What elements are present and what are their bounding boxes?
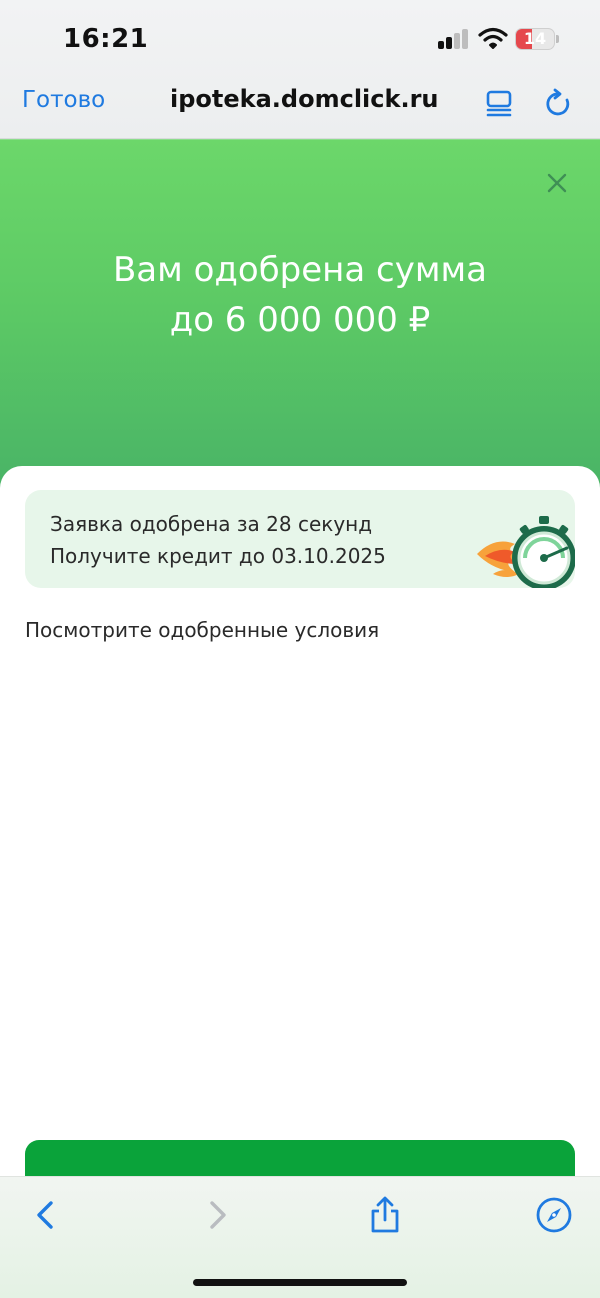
approval-time-text: Заявка одобрена за 28 секунд	[50, 512, 373, 536]
url-label[interactable]: ipoteka.domclick.ru	[170, 85, 439, 113]
battery-icon: 14	[515, 28, 555, 50]
content-sheet: Заявка одобрена за 28 секунд Получите кр…	[0, 466, 600, 1200]
chevron-right-icon[interactable]	[197, 1195, 237, 1235]
close-icon[interactable]	[546, 172, 568, 194]
share-icon[interactable]	[365, 1195, 405, 1235]
battery-level: 14	[523, 29, 547, 48]
compass-icon[interactable]	[534, 1195, 574, 1235]
credit-deadline-text: Получите кредит до 03.10.2025	[50, 544, 386, 568]
wifi-icon	[478, 27, 508, 49]
hero-title-line1: Вам одобрена сумма	[112, 250, 488, 290]
signal-icon	[438, 29, 470, 49]
done-button[interactable]: Готово	[22, 87, 105, 113]
hero-title-line2: до 6 000 000 ₽	[169, 300, 431, 340]
approval-card: Заявка одобрена за 28 секунд Получите кр…	[25, 490, 575, 588]
top-zone: 16:21 14 Готово ipoteka.domclick.ru Вам …	[0, 0, 600, 520]
browser-toolbar	[0, 1176, 600, 1298]
browser-bar: Готово ipoteka.domclick.ru	[0, 72, 600, 139]
status-bar: 16:21 14	[0, 0, 600, 72]
hero-title: Вам одобрена сумма до 6 000 000 ₽	[0, 245, 600, 345]
approved-terms-text: Посмотрите одобренные условия	[25, 618, 380, 642]
chevron-left-icon[interactable]	[26, 1195, 66, 1235]
tabs-icon[interactable]	[485, 88, 513, 118]
reload-icon[interactable]	[545, 88, 573, 118]
battery-nub	[556, 35, 559, 43]
status-time: 16:21	[63, 24, 149, 54]
stopwatch-icon	[477, 516, 575, 588]
home-indicator	[193, 1279, 407, 1286]
